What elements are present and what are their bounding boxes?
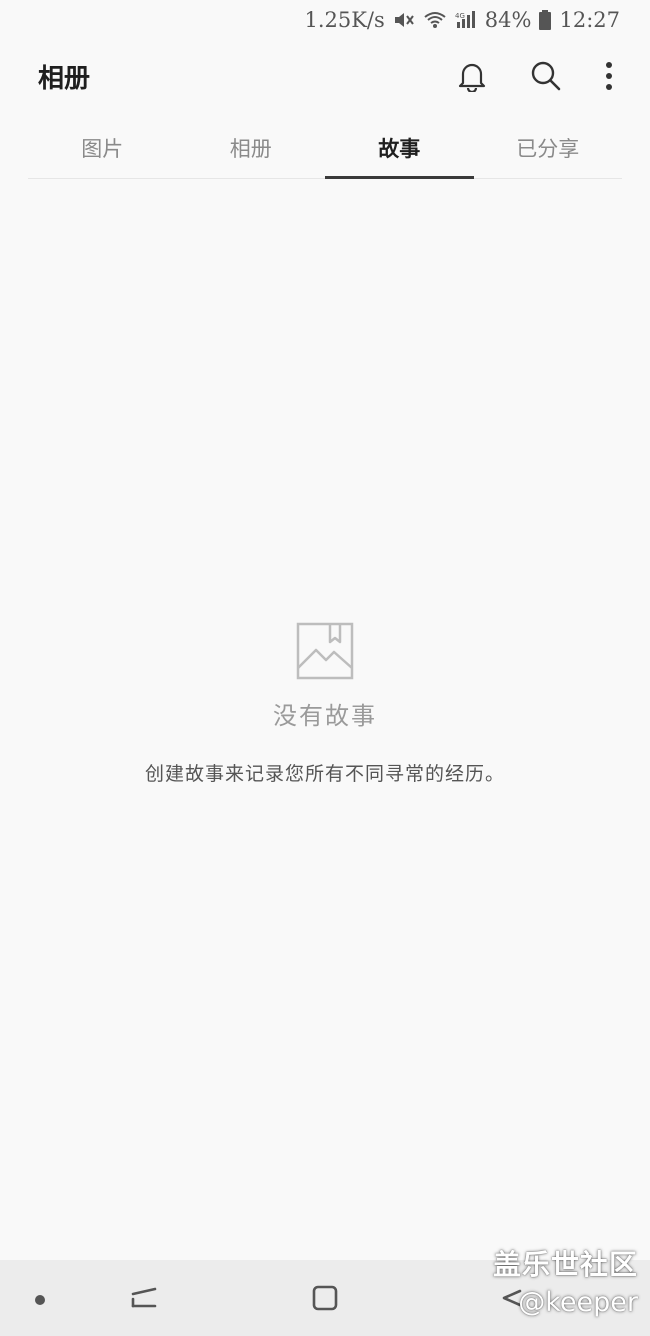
more-vert-icon	[605, 61, 613, 95]
tab-stories[interactable]: 故事	[325, 118, 474, 179]
back-button[interactable]	[488, 1278, 532, 1322]
empty-state-description: 创建故事来记录您所有不同寻常的经历。	[144, 763, 505, 785]
recent-apps-button[interactable]	[122, 1278, 166, 1322]
tab-bar: 图片 相册 故事 已分享	[28, 118, 622, 179]
battery-percent: 84%	[484, 8, 532, 32]
page-title: 相册	[38, 64, 91, 94]
bell-icon	[457, 60, 487, 96]
notifications-button[interactable]	[446, 56, 498, 100]
signal-icon: 4G	[455, 10, 477, 30]
empty-state-title: 没有故事	[273, 702, 377, 730]
more-options-button[interactable]	[594, 56, 624, 100]
status-bar: 1.25K/s 4G 84% 12:27	[0, 0, 650, 40]
net-speed: 1.25K/s	[304, 8, 385, 32]
mute-icon	[393, 10, 415, 30]
nav-dot-button[interactable]	[18, 1278, 62, 1322]
clock: 12:27	[559, 8, 620, 32]
battery-icon	[539, 10, 552, 30]
app-bar: 相册	[0, 48, 650, 106]
search-icon	[530, 60, 562, 96]
home-icon	[311, 1284, 339, 1316]
wifi-icon	[423, 10, 447, 30]
tab-pictures[interactable]: 图片	[28, 118, 177, 178]
dot-icon	[34, 1291, 46, 1310]
tab-albums[interactable]: 相册	[177, 118, 326, 178]
svg-text:4G: 4G	[455, 12, 465, 20]
app-actions	[446, 56, 624, 100]
back-icon	[496, 1285, 524, 1315]
home-button[interactable]	[303, 1278, 347, 1322]
stories-placeholder-icon	[296, 622, 354, 680]
recent-apps-icon	[129, 1285, 159, 1315]
search-button[interactable]	[520, 56, 572, 100]
tab-shared[interactable]: 已分享	[474, 118, 623, 178]
empty-state: 没有故事 创建故事来记录您所有不同寻常的经历。	[0, 622, 650, 786]
navigation-bar	[0, 1260, 650, 1336]
